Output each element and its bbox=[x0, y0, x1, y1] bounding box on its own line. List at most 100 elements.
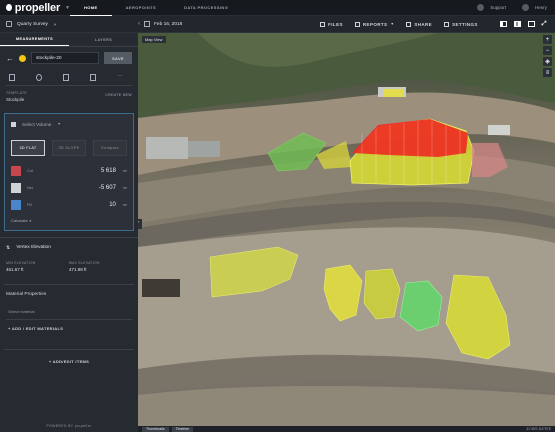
files-button[interactable]: FILES bbox=[320, 21, 343, 27]
elevation-header: ⇅ Vertex Elevation bbox=[0, 237, 138, 257]
files-label: FILES bbox=[328, 21, 343, 27]
save-button[interactable]: SAVE bbox=[104, 52, 132, 64]
building bbox=[488, 125, 510, 135]
share-icon bbox=[406, 21, 412, 27]
building bbox=[146, 137, 188, 159]
min-elevation: MIN ELEVATION 461.67 ft bbox=[6, 257, 69, 276]
trash-icon[interactable] bbox=[90, 73, 96, 81]
share-label: SHARE bbox=[414, 21, 433, 27]
brand-name: propeller bbox=[14, 1, 61, 14]
tab-layers[interactable]: LAYERS bbox=[69, 33, 138, 46]
fullscreen-icon[interactable]: ⤢ bbox=[542, 21, 547, 28]
fill-swatch bbox=[11, 199, 21, 210]
nav-aeropoints[interactable]: AEROPOINTS bbox=[112, 0, 170, 16]
material-select[interactable]: Select material bbox=[6, 304, 132, 320]
site-name: Quarry Survey bbox=[17, 21, 48, 27]
add-materials-button[interactable]: + ADD / EDIT MATERIALS bbox=[4, 320, 134, 337]
elevation-title: Vertex Elevation bbox=[16, 245, 51, 250]
elevation-values: MIN ELEVATION 461.67 ft MAX ELEVATION 47… bbox=[6, 257, 132, 276]
site-icon bbox=[6, 21, 12, 27]
compass-icon[interactable]: ◈ bbox=[543, 57, 552, 66]
min-elevation-value: 461.67 ft bbox=[6, 267, 24, 272]
chevron-down-icon: ▼ bbox=[57, 122, 61, 126]
powered-by: POWERED BY propeller bbox=[46, 424, 92, 428]
net-label: Net bbox=[27, 185, 33, 190]
share-icon[interactable] bbox=[36, 73, 42, 81]
template-row: Stockpile CREATE NEW bbox=[0, 93, 138, 107]
add-items-button[interactable]: + ADD/EDIT ITEMS bbox=[4, 349, 134, 373]
top-navigation-bar: propeller ▼ HOME AEROPOINTS DATA PROCESS… bbox=[0, 0, 555, 16]
toolbar-tools: FILES REPORTS ▼ SHARE SETTINGS ⤢ bbox=[320, 20, 555, 28]
mode-3d-slope-button[interactable]: 3D SLOPE bbox=[52, 140, 86, 156]
brand-logo[interactable]: propeller ▼ bbox=[0, 2, 70, 14]
reports-label: REPORTS bbox=[362, 21, 388, 27]
single-view-icon[interactable] bbox=[499, 20, 507, 27]
map-bottom-bar: Thumbnails Timeline 31°45'S 115°57'E bbox=[138, 426, 555, 432]
calculate-label: Calculate bbox=[11, 218, 28, 223]
zoom-in-button[interactable]: + bbox=[543, 35, 552, 44]
measurement-actions: ··· bbox=[0, 69, 138, 85]
site-selector[interactable]: Quarry Survey ▼ bbox=[0, 21, 138, 27]
stockpile-small[interactable] bbox=[384, 89, 404, 97]
fill-label: Fill bbox=[27, 202, 32, 207]
measurement-sidebar: MEASUREMENTS LAYERS ← stockpile-20 SAVE … bbox=[0, 33, 138, 432]
chevron-down-icon: ▼ bbox=[390, 22, 395, 26]
copy-icon[interactable] bbox=[9, 73, 15, 81]
thumbnails-tab[interactable]: Thumbnails bbox=[142, 426, 169, 432]
download-icon[interactable] bbox=[63, 73, 69, 81]
timeline-tab[interactable]: Timeline bbox=[171, 426, 194, 432]
site-toolbar: Quarry Survey ▼ ‹ Feb 16, 2018 FILES REP… bbox=[0, 16, 555, 33]
volume-select[interactable]: Select Volume ▼ bbox=[5, 114, 133, 134]
chevron-down-icon: ▼ bbox=[52, 21, 57, 27]
create-new-link[interactable]: CREATE NEW bbox=[105, 93, 132, 102]
prev-date-icon[interactable]: ‹ bbox=[138, 21, 140, 27]
mode-3d-flat-button[interactable]: 3D FLAT bbox=[11, 140, 45, 156]
color-dot[interactable] bbox=[19, 54, 26, 62]
cut-label: Cut bbox=[27, 168, 33, 173]
view-layout-switcher: ⤢ bbox=[499, 20, 547, 28]
map-controls: + − ◈ ≡ bbox=[543, 35, 552, 77]
measurement-name-row: ← stockpile-20 SAVE bbox=[0, 47, 138, 69]
settings-label: SETTINGS bbox=[452, 21, 478, 27]
net-unit: m³ bbox=[122, 185, 127, 190]
cut-unit: m³ bbox=[122, 168, 127, 173]
chevron-down-icon: ▼ bbox=[28, 219, 32, 223]
map-viewport[interactable]: Map View + − ◈ ≡ ‹ Thumbnails Timeline 3… bbox=[138, 33, 555, 432]
user-name[interactable]: Henry bbox=[535, 5, 547, 10]
back-arrow-icon[interactable]: ← bbox=[6, 54, 14, 63]
max-elevation: MAX ELEVATION 471.98 ft bbox=[69, 257, 132, 276]
template-select[interactable]: Stockpile bbox=[6, 97, 24, 102]
avatar[interactable] bbox=[521, 4, 529, 11]
tab-measurements[interactable]: MEASUREMENTS bbox=[0, 33, 69, 46]
mode-compare-button[interactable]: Compare bbox=[93, 140, 127, 156]
share-button[interactable]: SHARE bbox=[406, 21, 433, 27]
calculate-select[interactable]: Calculate ▼ bbox=[5, 213, 133, 228]
nav-home[interactable]: HOME bbox=[70, 0, 112, 16]
help-icon bbox=[477, 4, 485, 11]
max-elevation-label: MAX ELEVATION bbox=[69, 261, 100, 265]
cut-swatch bbox=[11, 165, 21, 176]
nav-data-processing[interactable]: DATA PROCESSING bbox=[170, 0, 242, 16]
split-view-icon[interactable] bbox=[513, 20, 521, 27]
report-icon bbox=[354, 21, 360, 27]
material-title: Material Properties bbox=[6, 292, 47, 297]
sidebar-collapse-handle[interactable]: ‹ bbox=[138, 219, 142, 229]
net-value: -5 607 bbox=[98, 184, 116, 191]
gear-icon bbox=[444, 21, 450, 27]
zoom-out-button[interactable]: − bbox=[543, 46, 552, 55]
layers-icon[interactable]: ≡ bbox=[543, 68, 552, 77]
survey-date: Feb 16, 2018 bbox=[154, 21, 183, 27]
volume-card: Select Volume ▼ 3D FLAT 3D SLOPE Compare… bbox=[4, 113, 134, 231]
aerial-map[interactable] bbox=[138, 33, 555, 432]
measurement-name-input[interactable]: stockpile-20 bbox=[31, 52, 99, 64]
more-icon[interactable]: ··· bbox=[117, 73, 123, 81]
net-swatch bbox=[11, 182, 21, 193]
map-view-label[interactable]: Map View bbox=[142, 36, 166, 43]
reports-button[interactable]: REPORTS ▼ bbox=[354, 21, 395, 27]
volume-row-net: Net -5 607 m³ bbox=[5, 179, 133, 196]
fill-value: 10 bbox=[109, 201, 116, 208]
support-link[interactable]: Support bbox=[490, 5, 506, 10]
triple-view-icon[interactable] bbox=[527, 20, 535, 27]
date-selector[interactable]: ‹ Feb 16, 2018 bbox=[138, 21, 182, 27]
settings-button[interactable]: SETTINGS bbox=[444, 21, 478, 27]
